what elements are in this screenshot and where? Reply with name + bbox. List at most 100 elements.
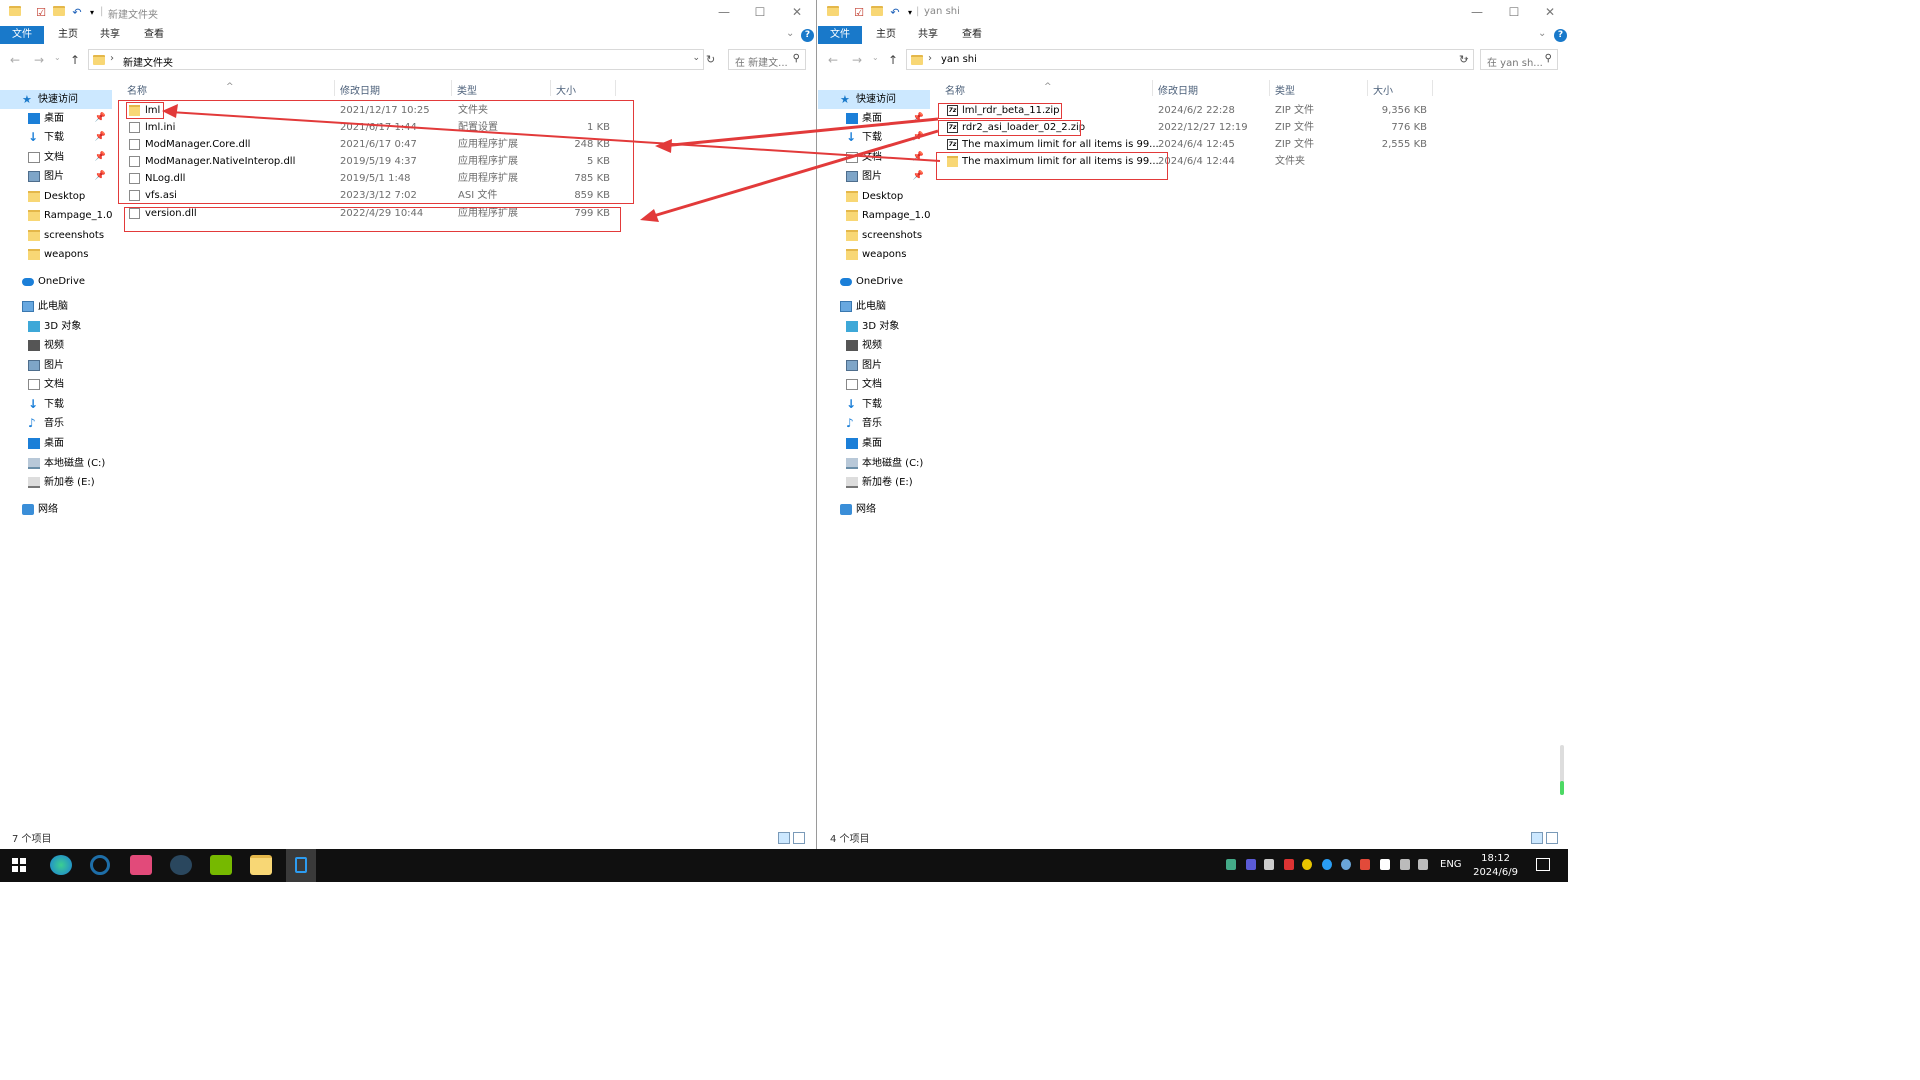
nav-item-music[interactable]: ♪ 音乐 [0,414,112,433]
media-app-icon[interactable] [130,855,152,875]
tab-share[interactable]: 共享 [100,26,120,44]
column-date[interactable]: 修改日期 [340,82,380,97]
nav-item-pictures[interactable]: 图片 📌 [818,167,930,186]
new-folder-icon[interactable] [870,6,884,20]
up-icon[interactable]: ↑ [70,53,80,67]
tab-file[interactable]: 文件 [818,26,862,44]
nav-item-documents[interactable]: 文档 📌 [0,148,112,167]
search-input[interactable]: 在 新建文... ⚲ [728,49,806,70]
nav-item-drive-e[interactable]: 新加卷 (E:) [0,473,112,492]
details-view-icon[interactable] [778,832,790,844]
tray-app-icon[interactable] [1360,859,1370,870]
column-size[interactable]: 大小 [1373,82,1393,97]
tray-security-icon[interactable] [1380,859,1390,870]
chevron-down-icon[interactable]: ⌄ [692,53,700,63]
nav-onedrive[interactable]: OneDrive [0,272,112,291]
tray-app-icon[interactable] [1302,859,1312,870]
tab-file[interactable]: 文件 [0,26,44,44]
notification-center-icon[interactable] [1536,858,1550,871]
tab-view[interactable]: 查看 [144,26,164,44]
network-status-icon[interactable] [1400,859,1410,870]
forward-icon[interactable]: → [34,53,44,67]
volume-icon[interactable] [1418,859,1428,870]
tab-home[interactable]: 主页 [876,26,896,44]
help-icon[interactable]: ? [1554,29,1567,42]
nav-item-pictures-pc[interactable]: 图片 [818,356,930,375]
address-bar[interactable]: › yan shi ⌄ [906,49,1474,70]
back-icon[interactable]: ← [10,53,20,67]
nav-item-downloads[interactable]: ↓ 下载 📌 [818,128,930,147]
app-ring-icon[interactable] [90,855,110,875]
nav-item-desktop-folder[interactable]: Desktop [0,187,112,206]
nav-item-rampage[interactable]: Rampage_1.0. [818,206,930,225]
nav-item-desktop[interactable]: 桌面 📌 [818,109,930,128]
nav-item-videos[interactable]: 视频 [818,336,930,355]
minimize-button[interactable]: — [1467,4,1487,20]
nav-network[interactable]: 网络 [0,500,112,519]
nav-item-documents-pc[interactable]: 文档 [818,375,930,394]
tray-plane-icon[interactable] [1264,859,1274,870]
back-icon[interactable]: ← [828,53,838,67]
nav-item-weapons[interactable]: weapons [0,245,112,264]
nav-item-desktop-pc[interactable]: 桌面 [818,434,930,453]
recent-locations-icon[interactable]: ⌄ [872,53,879,62]
nav-item-screenshots[interactable]: screenshots [818,226,930,245]
nav-item-desktop[interactable]: 桌面 📌 [0,109,112,128]
nav-item-weapons[interactable]: weapons [818,245,930,264]
maximize-button[interactable]: ☐ [750,4,770,20]
column-type[interactable]: 类型 [457,82,477,97]
nav-item-pictures-pc[interactable]: 图片 [0,356,112,375]
up-icon[interactable]: ↑ [888,53,898,67]
nav-item-videos[interactable]: 视频 [0,336,112,355]
refresh-icon[interactable]: ↻ [706,53,715,66]
nav-item-downloads-pc[interactable]: ↓ 下载 [818,395,930,414]
nav-item-drive-e[interactable]: 新加卷 (E:) [818,473,930,492]
nav-item-music[interactable]: ♪ 音乐 [818,414,930,433]
nav-network[interactable]: 网络 [818,500,930,519]
help-icon[interactable]: ? [801,29,814,42]
search-input[interactable]: 在 yan sh... ⚲ [1480,49,1558,70]
maximize-button[interactable]: ☐ [1504,4,1524,20]
clock[interactable]: 18:12 2024/6/9 [1473,852,1518,880]
close-button[interactable]: ✕ [1540,4,1560,20]
forward-icon[interactable]: → [852,53,862,67]
nav-item-downloads[interactable]: ↓ 下载 📌 [0,128,112,147]
tray-app-icon[interactable] [1322,859,1332,870]
large-icons-view-icon[interactable] [1546,832,1558,844]
close-button[interactable]: ✕ [787,4,807,20]
column-type[interactable]: 类型 [1275,82,1295,97]
nav-item-drive-c[interactable]: 本地磁盘 (C:) [818,454,930,473]
language-indicator[interactable]: ENG [1440,859,1462,870]
nav-this-pc[interactable]: 此电脑 [0,297,112,316]
nav-item-documents-pc[interactable]: 文档 [0,375,112,394]
nav-quick-access[interactable]: ★ 快速访问 [818,90,930,109]
recent-locations-icon[interactable]: ⌄ [54,53,61,62]
tray-app-icon[interactable] [1284,859,1294,870]
file-explorer-icon[interactable] [250,855,272,875]
windows-start-icon[interactable] [12,858,26,872]
properties-icon[interactable]: ☑ [34,6,48,20]
nav-onedrive[interactable]: OneDrive [818,272,930,291]
column-size[interactable]: 大小 [556,82,576,97]
active-app-icon[interactable] [286,849,316,882]
tray-app-icon[interactable] [1226,859,1236,870]
nav-item-downloads-pc[interactable]: ↓ 下载 [0,395,112,414]
nav-item-pictures[interactable]: 图片 📌 [0,167,112,186]
customize-quick-access-icon[interactable]: ▾ [903,6,917,20]
tab-share[interactable]: 共享 [918,26,938,44]
tab-view[interactable]: 查看 [962,26,982,44]
nav-this-pc[interactable]: 此电脑 [818,297,930,316]
tray-steam-icon[interactable] [1341,859,1351,870]
tab-home[interactable]: 主页 [58,26,78,44]
nav-item-rampage[interactable]: Rampage_1.0. [0,206,112,225]
properties-icon[interactable]: ☑ [852,6,866,20]
refresh-icon[interactable]: ↻ [1459,53,1468,66]
nvidia-icon[interactable] [210,855,232,875]
address-bar[interactable]: › 新建文件夹 ⌄ [88,49,704,70]
column-name[interactable]: 名称 [945,82,965,97]
expand-ribbon-icon[interactable]: ⌄ [1538,28,1546,39]
nav-item-desktop-folder[interactable]: Desktop [818,187,930,206]
customize-quick-access-icon[interactable]: ▾ [85,6,99,20]
edge-browser-icon[interactable] [50,855,72,875]
undo-icon[interactable]: ↶ [888,6,902,20]
